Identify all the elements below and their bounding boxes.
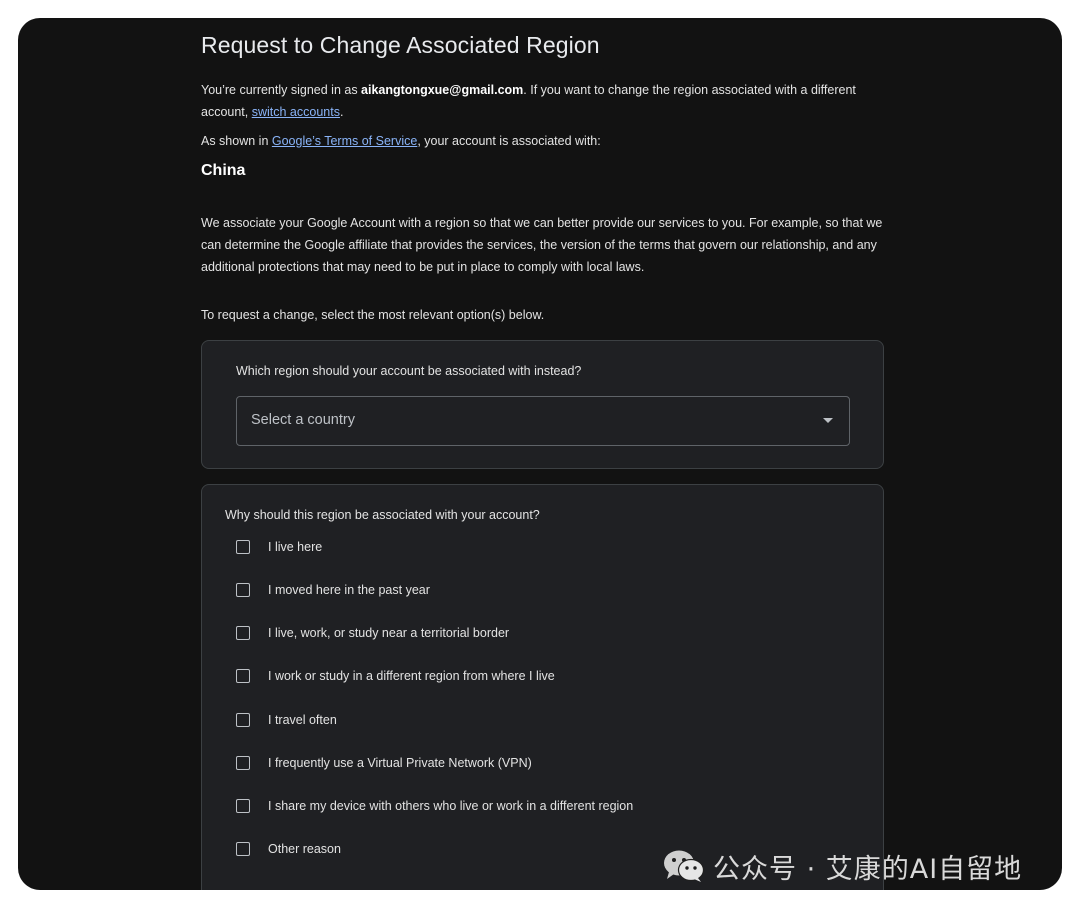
reason-card: Why should this region be associated wit… [201, 484, 884, 890]
checkbox[interactable] [236, 669, 250, 683]
watermark: 公众号 · 艾康的AI自留地 [663, 848, 1023, 885]
checkbox[interactable] [236, 540, 250, 554]
watermark-text: 公众号 · 艾康的AI自留地 [713, 853, 1023, 885]
reason-option-travel-often[interactable]: I travel often [236, 708, 337, 732]
checkbox[interactable] [236, 756, 250, 770]
option-label: I moved here in the past year [268, 583, 430, 597]
option-label: Other reason [268, 842, 341, 856]
reason-option-moved-here[interactable]: I moved here in the past year [236, 578, 430, 602]
checkbox[interactable] [236, 842, 250, 856]
option-label: I travel often [268, 713, 337, 727]
checkbox[interactable] [236, 583, 250, 597]
reason-option-near-border[interactable]: I live, work, or study near a territoria… [236, 621, 509, 645]
reason-option-work-elsewhere[interactable]: I work or study in a different region fr… [236, 664, 555, 688]
region-explanation: We associate your Google Account with a … [201, 216, 883, 274]
checkbox[interactable] [236, 713, 250, 727]
reason-option-vpn[interactable]: I frequently use a Virtual Private Netwo… [236, 751, 532, 775]
wechat-icon [663, 849, 705, 883]
app-window: Request to Change Associated Region You’… [18, 18, 1062, 890]
country-select-placeholder: Select a country [251, 412, 355, 428]
checkbox[interactable] [236, 799, 250, 813]
reason-option-other[interactable]: Other reason [236, 837, 341, 861]
checkbox[interactable] [236, 626, 250, 640]
region-select-card: Which region should your account be asso… [201, 340, 884, 469]
option-label: I work or study in a different region fr… [268, 669, 555, 683]
switch-accounts-link[interactable]: switch accounts [252, 105, 340, 119]
option-label: I live here [268, 540, 323, 554]
account-email: aikangtongxue@gmail.com [361, 83, 524, 97]
reason-option-shared-device[interactable]: I share my device with others who live o… [236, 794, 633, 818]
option-label: I live, work, or study near a territoria… [268, 626, 510, 640]
option-label: I share my device with others who live o… [268, 799, 634, 813]
country-select[interactable]: Select a country [236, 396, 850, 446]
dropdown-arrow-icon [823, 418, 833, 423]
region-question: Which region should your account be asso… [236, 364, 582, 378]
terms-of-service-link[interactable]: Google’s Terms of Service [272, 134, 417, 148]
page-title: Request to Change Associated Region [201, 32, 600, 58]
reason-question: Why should this region be associated wit… [225, 508, 540, 522]
current-region: China [201, 162, 246, 179]
reason-option-live-here[interactable]: I live here [236, 535, 322, 559]
signed-in-notice: You’re currently signed in as aikangtong… [201, 83, 856, 119]
option-label: I frequently use a Virtual Private Netwo… [268, 756, 532, 770]
tos-notice: As shown in Google’s Terms of Service, y… [201, 134, 601, 148]
change-instruction: To request a change, select the most rel… [201, 308, 545, 322]
